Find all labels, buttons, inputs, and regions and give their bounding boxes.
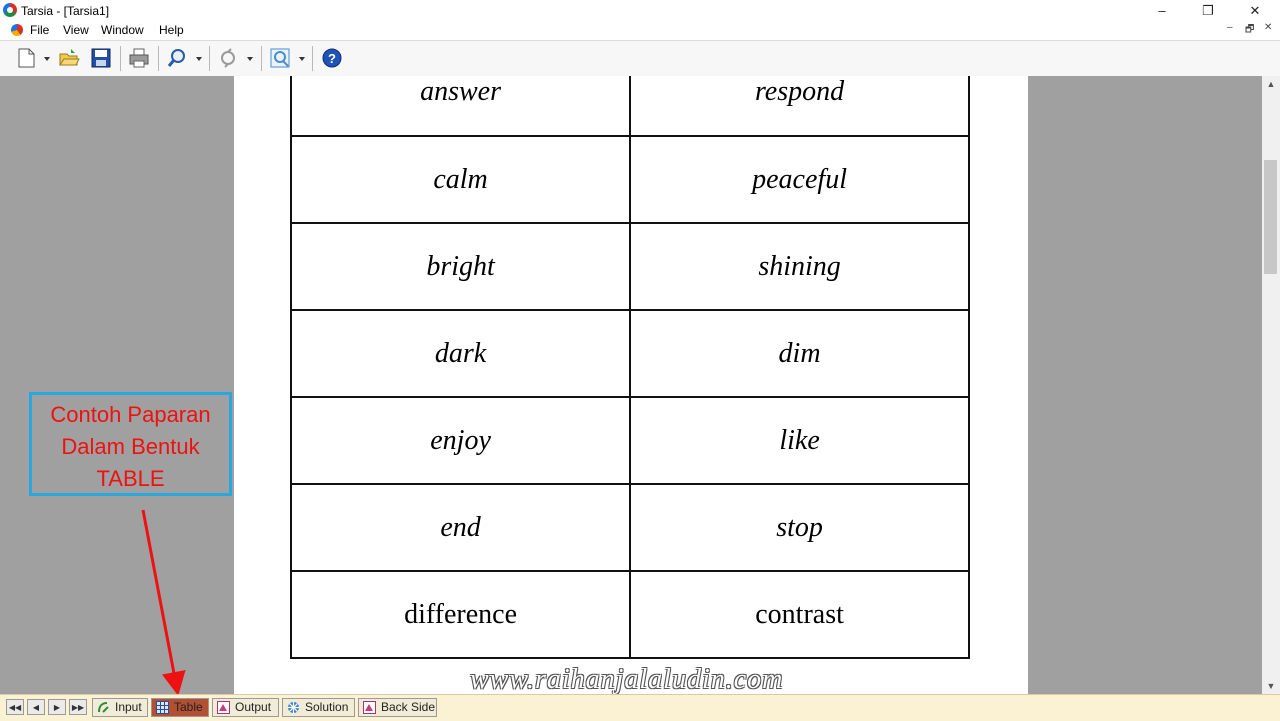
menu-help[interactable]: Help — [159, 23, 184, 37]
table-row: difference contrast — [289, 570, 970, 659]
minimize-button[interactable]: – — [1139, 0, 1185, 21]
menu-file[interactable]: File — [30, 23, 49, 37]
output-icon — [217, 701, 230, 714]
mdi-restore-button[interactable]: 🗗 — [1245, 22, 1254, 39]
table-cell: enjoy — [289, 396, 632, 485]
input-icon — [98, 702, 109, 713]
table-cell: end — [289, 483, 632, 572]
menu-view[interactable]: View — [63, 23, 89, 37]
table-cell: contrast — [629, 570, 970, 659]
previous-tab-icon[interactable]: ◀ — [27, 699, 45, 715]
table-cell: bright — [289, 222, 632, 311]
table-icon — [156, 701, 169, 714]
menu-window[interactable]: Window — [101, 23, 144, 37]
table-cell: respond — [629, 76, 970, 137]
transform-dropdown-icon[interactable] — [247, 57, 253, 61]
preview-icon[interactable] — [269, 47, 291, 69]
toolbar-separator — [209, 46, 210, 71]
tab-input[interactable]: Input — [92, 698, 148, 717]
table-cell: stop — [629, 483, 970, 572]
table-row: bright shining — [289, 222, 970, 311]
open-folder-icon[interactable] — [58, 47, 80, 69]
document-workspace: answer respond calm peaceful bright shin… — [0, 76, 1262, 694]
table-cell: difference — [289, 570, 632, 659]
annotation-line: TABLE — [96, 466, 165, 491]
table-cell: shining — [629, 222, 970, 311]
toolbar-separator — [261, 46, 262, 71]
tab-label: Input — [115, 700, 142, 714]
zoom-dropdown-icon[interactable] — [196, 57, 202, 61]
table-row: dark dim — [289, 309, 970, 398]
restore-button[interactable]: ❐ — [1185, 0, 1231, 21]
vertical-scrollbar[interactable]: ▲ ▼ — [1262, 76, 1280, 694]
menu-bar: File View Window Help – 🗗 ✕ — [0, 21, 1280, 40]
page-preview: answer respond calm peaceful bright shin… — [234, 76, 1028, 694]
transform-icon[interactable] — [217, 47, 239, 69]
tab-solution[interactable]: Solution — [282, 698, 355, 717]
watermark: www.raihanjalaludin.com — [470, 664, 784, 695]
first-tab-icon[interactable]: ◀◀ — [6, 699, 24, 715]
view-tab-bar: ◀◀ ◀ ▶ ▶▶ Input Table Output Solution Ba… — [0, 694, 1280, 721]
window-title: Tarsia - [Tarsia1] — [21, 4, 110, 18]
word-pair-table: answer respond calm peaceful bright shin… — [289, 76, 970, 659]
mdi-minimize-button[interactable]: – — [1227, 22, 1233, 33]
document-menu-icon[interactable] — [11, 24, 23, 36]
table-cell: peaceful — [629, 135, 970, 224]
zoom-icon[interactable] — [166, 47, 188, 69]
toolbar: ? — [0, 40, 1280, 77]
mdi-close-button[interactable]: ✕ — [1264, 22, 1272, 33]
tab-output[interactable]: Output — [212, 698, 279, 717]
tab-back-side[interactable]: Back Side — [358, 698, 437, 717]
tarsia-app-icon — [3, 3, 17, 17]
tab-table[interactable]: Table — [151, 698, 209, 717]
help-icon[interactable]: ? — [321, 47, 343, 69]
table-row: calm peaceful — [289, 135, 970, 224]
preview-dropdown-icon[interactable] — [299, 57, 305, 61]
toolbar-separator — [158, 46, 159, 71]
scroll-down-icon[interactable]: ▼ — [1262, 678, 1280, 694]
svg-text:?: ? — [328, 51, 336, 66]
new-file-icon[interactable] — [15, 47, 37, 69]
table-cell: answer — [289, 76, 632, 137]
scrollbar-thumb[interactable] — [1264, 160, 1277, 274]
toolbar-separator — [120, 46, 121, 71]
last-tab-icon[interactable]: ▶▶ — [69, 699, 87, 715]
table-row: enjoy like — [289, 396, 970, 485]
back-side-icon — [363, 701, 376, 714]
tab-label: Back Side — [381, 700, 436, 714]
table-cell: like — [629, 396, 970, 485]
table-row: answer respond — [289, 76, 970, 137]
annotation-line: Contoh Paparan — [50, 402, 211, 427]
table-cell: dim — [629, 309, 970, 398]
annotation-line: Dalam Bentuk — [61, 434, 200, 459]
table-cell: dark — [289, 309, 632, 398]
annotation-callout: Contoh Paparan Dalam Bentuk TABLE — [29, 392, 232, 496]
tab-label: Solution — [305, 700, 349, 714]
print-icon[interactable] — [128, 47, 150, 69]
close-button[interactable]: ✕ — [1232, 0, 1278, 21]
next-tab-icon[interactable]: ▶ — [48, 699, 66, 715]
solution-icon — [288, 702, 299, 713]
tab-label: Table — [174, 700, 203, 714]
toolbar-separator — [312, 46, 313, 71]
save-icon[interactable] — [90, 47, 112, 69]
title-bar: Tarsia - [Tarsia1] – ❐ ✕ — [0, 0, 1280, 21]
scroll-up-icon[interactable]: ▲ — [1262, 76, 1280, 92]
table-row: end stop — [289, 483, 970, 572]
table-cell: calm — [289, 135, 632, 224]
tab-label: Output — [235, 700, 272, 714]
new-file-dropdown-icon[interactable] — [44, 57, 50, 61]
